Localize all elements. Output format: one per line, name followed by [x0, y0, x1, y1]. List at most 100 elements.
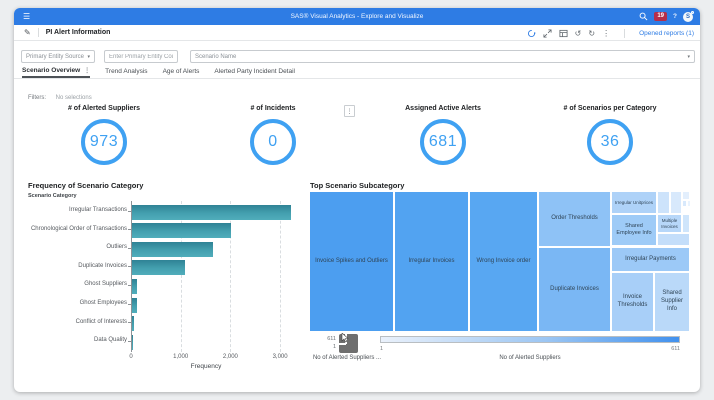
tile-unlabeled[interactable] — [683, 192, 689, 199]
report-title: PI Alert Information — [46, 29, 111, 36]
tab-menu-icon[interactable]: ⋮ — [84, 67, 90, 74]
redo-icon[interactable]: ↻ — [588, 29, 595, 38]
tile-unlabeled[interactable] — [658, 192, 669, 213]
tabs-bar: Scenario Overview ⋮ Trend Analysis Age of A… — [14, 64, 700, 79]
undo-icon[interactable]: ↺ — [575, 29, 582, 38]
tab-alerted-party-incident-detail[interactable]: Alerted Party Incident Detail — [214, 64, 295, 78]
tab-label: Scenario Overview — [22, 67, 80, 74]
tab-label: Trend Analysis — [105, 68, 147, 75]
bar-category-label: Irregular Transactions — [14, 207, 127, 214]
x-tick-label: 0 — [116, 354, 146, 360]
kpi-title: Assigned Active Alerts — [368, 105, 518, 112]
edit-pencil-icon[interactable]: ✎ — [24, 29, 31, 37]
size-legend-label: No of Alerted Suppliers ... — [302, 355, 392, 361]
color-legend-min: 1 — [380, 346, 383, 352]
app-window: ☰ SAS® Visual Analytics - Explore and Vi… — [14, 8, 700, 392]
tile-label: Order Thresholds — [551, 215, 598, 223]
x-tick-label: 1,000 — [166, 354, 196, 360]
tile-label: Irregular Payments — [625, 256, 676, 264]
avatar-status-dot — [691, 11, 695, 15]
bar-category-label: Ghost Employees — [14, 300, 127, 307]
tile-unlabeled[interactable] — [683, 215, 689, 232]
tile-label: Irregular Invoices — [408, 258, 454, 266]
scenario-name-select[interactable]: Scenario Name ▾ — [190, 50, 695, 63]
tile-unlabeled[interactable] — [658, 234, 689, 245]
tab-scenario-overview[interactable]: Scenario Overview ⋮ — [22, 64, 90, 78]
size-legend-min: 1 — [310, 344, 336, 350]
grid-view-icon[interactable] — [559, 29, 568, 38]
color-legend-label: No of Alerted Suppliers — [430, 355, 630, 361]
mouse-cursor-icon — [341, 333, 349, 343]
tile-label: Invoice Spikes and Outliers — [315, 258, 388, 266]
kpi-value: 0 — [268, 133, 277, 151]
tile-irregular-payments[interactable]: Irregular Payments — [612, 248, 689, 271]
bar-ghost-suppliers[interactable] — [132, 279, 138, 294]
tile-duplicate-invoices[interactable]: Duplicate Invoices — [539, 248, 610, 331]
filter-prompt-bar: Primary Entity Source ▾ Scenario Name ▾ — [14, 41, 700, 64]
opened-reports-link[interactable]: Opened reports (1) — [639, 30, 694, 37]
bar-data-quality[interactable] — [132, 335, 134, 350]
bar-category-label: Data Quality — [14, 337, 127, 344]
bar-chart-panel: Frequency of Scenario Category Scenario … — [14, 181, 314, 381]
search-icon[interactable] — [639, 12, 648, 21]
tile-irregular-unitprices[interactable]: Irregular Unitprices — [612, 192, 656, 213]
maximize-icon[interactable] — [543, 29, 552, 38]
kpi-of-incidents: # of Incidents 0 — [198, 105, 348, 165]
report-toolbar: ✎ PI Alert Information ↺ ↻ ⋮ — [14, 25, 700, 41]
tile-invoice-spikes-and-outliers[interactable]: Invoice Spikes and Outliers — [310, 192, 393, 331]
kpi-value: 681 — [429, 133, 457, 151]
kpi-of-alerted-suppliers: # of Alerted Suppliers973 — [29, 105, 179, 165]
caret-down-icon: ▾ — [87, 54, 90, 60]
gridline — [280, 201, 281, 352]
bar-chronological-order-of-transactions[interactable] — [132, 223, 231, 238]
tab-trend-analysis[interactable]: Trend Analysis — [105, 64, 147, 78]
bar-chart-plot: 01,0002,0003,000Irregular TransactionsCh… — [14, 181, 314, 381]
tile-unlabeled[interactable] — [688, 201, 690, 206]
filters-label: Filters: — [28, 95, 46, 101]
tile-shared-employee-info[interactable]: Shared Employee Info — [612, 215, 656, 245]
bar-conflict-of-interests[interactable] — [132, 316, 135, 331]
bar-duplicate-invoices[interactable] — [132, 260, 185, 275]
filters-status: Filters: No selections — [28, 95, 92, 101]
kpi-row: ⋮ # of Alerted Suppliers973# of Incident… — [14, 105, 700, 181]
tile-irregular-invoices[interactable]: Irregular Invoices — [395, 192, 468, 331]
color-legend-max: 611 — [660, 346, 680, 352]
tile-unlabeled[interactable] — [671, 192, 681, 213]
tile-label: Wrong Invoice order — [477, 258, 531, 266]
avatar-initial: S — [686, 14, 690, 20]
tile-order-thresholds[interactable]: Order Thresholds — [539, 192, 610, 246]
scenario-name-value: Scenario Name — [195, 54, 236, 60]
tile-label: Irregular Unitprices — [615, 200, 653, 206]
avatar[interactable]: S — [683, 12, 693, 22]
tile-label: Shared Employee Info — [613, 223, 655, 237]
treemap-plot: Invoice Spikes and Outliers Irregular Inv… — [310, 192, 689, 331]
bar-outliers[interactable] — [132, 242, 213, 257]
bar-ghost-employees[interactable] — [132, 298, 137, 313]
notification-badge[interactable]: 19 — [654, 12, 667, 21]
tile-multiple-invoices[interactable]: Multiple Invoices — [658, 215, 681, 232]
tile-shared-supplier-info[interactable]: Shared Supplier Info — [655, 273, 689, 331]
filters-value: No selections — [56, 95, 92, 101]
primary-entity-source-select[interactable]: Primary Entity Source ▾ — [21, 50, 95, 63]
bar-chart-xlabel: Frequency — [131, 363, 281, 370]
tile-label: Shared Supplier Info — [656, 290, 688, 313]
bar-category-label: Chronological Order of Transactions — [14, 226, 127, 233]
page-background: ☰ SAS® Visual Analytics - Explore and Vi… — [0, 0, 714, 400]
tile-invoice-thresholds[interactable]: Invoice Thresholds — [612, 273, 653, 331]
bar-irregular-transactions[interactable] — [132, 205, 291, 220]
kpi-circle: 36 — [587, 119, 633, 165]
kpi-title: # of Incidents — [198, 105, 348, 112]
tile-label: Multiple Invoices — [659, 218, 680, 230]
x-tick-label: 2,000 — [215, 354, 245, 360]
tile-wrong-invoice-order[interactable]: Wrong Invoice order — [470, 192, 537, 331]
tile-unlabeled[interactable] — [683, 201, 686, 206]
app-title: SAS® Visual Analytics - Explore and Visu… — [14, 13, 700, 20]
refresh-icon[interactable] — [527, 29, 536, 38]
tab-age-of-alerts[interactable]: Age of Alerts — [163, 64, 200, 78]
kpi-title: # of Scenarios per Category — [535, 105, 685, 112]
kpi-assigned-active-alerts: Assigned Active Alerts 681 — [368, 105, 518, 165]
primary-entity-country-input[interactable] — [104, 50, 178, 63]
help-icon[interactable]: ? — [673, 13, 677, 20]
toolbar-divider — [624, 29, 625, 38]
more-options-icon[interactable]: ⋮ — [602, 29, 610, 38]
